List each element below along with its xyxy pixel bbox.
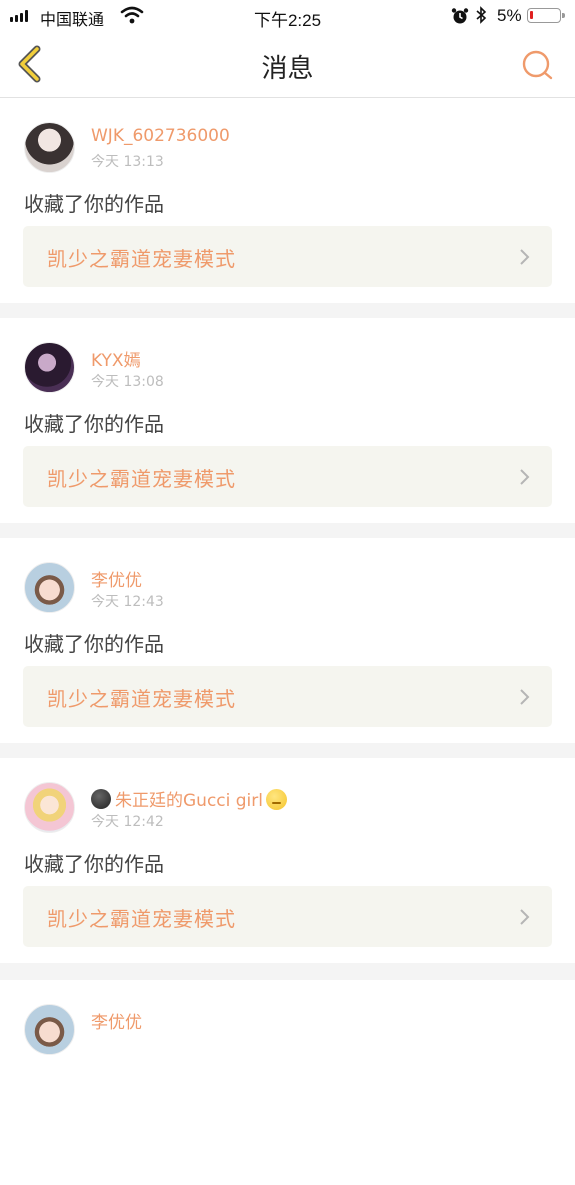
timestamp: 今天 12:43 — [91, 594, 164, 610]
action-text: 收藏了你的作品 — [24, 412, 164, 436]
face-emoji-icon — [266, 789, 287, 810]
avatar[interactable] — [24, 342, 75, 393]
avatar[interactable] — [24, 562, 75, 613]
work-link[interactable]: 凯少之霸道宠妻模式 — [23, 886, 552, 947]
status-bar: 中国联通 下午2:25 5% — [0, 0, 575, 32]
chevron-right-icon — [520, 909, 530, 925]
message-item: 李优优 — [0, 980, 575, 1185]
message-item: 朱正廷的Gucci girl 今天 12:42 收藏了你的作品 凯少之霸道宠妻模… — [0, 758, 575, 963]
avatar[interactable] — [24, 1004, 75, 1055]
action-text: 收藏了你的作品 — [24, 852, 164, 876]
chevron-right-icon — [520, 249, 530, 265]
action-text: 收藏了你的作品 — [24, 192, 164, 216]
timestamp: 今天 13:13 — [91, 154, 164, 170]
bluetooth-icon — [476, 6, 487, 24]
battery-icon — [527, 8, 565, 23]
username[interactable]: KYX嫣 — [91, 346, 141, 371]
page-title: 消息 — [261, 54, 314, 84]
message-item: KYX嫣 今天 13:08 收藏了你的作品 凯少之霸道宠妻模式 — [0, 318, 575, 523]
avatar[interactable] — [24, 122, 75, 173]
nav-bar: 消息 — [0, 32, 575, 98]
clock: 下午2:25 — [253, 11, 322, 30]
timestamp: 今天 13:08 — [91, 374, 164, 390]
chevron-right-icon — [520, 469, 530, 485]
alarm-icon — [451, 8, 469, 24]
message-item: 李优优 今天 12:43 收藏了你的作品 凯少之霸道宠妻模式 — [0, 538, 575, 743]
work-title: 凯少之霸道宠妻模式 — [47, 467, 236, 491]
message-item: WJK_602736000 今天 13:13 收藏了你的作品 凯少之霸道宠妻模式 — [0, 98, 575, 303]
username[interactable]: 李优优 — [91, 566, 142, 591]
username[interactable]: 朱正廷的Gucci girl — [91, 786, 287, 811]
work-link[interactable]: 凯少之霸道宠妻模式 — [23, 446, 552, 507]
work-link[interactable]: 凯少之霸道宠妻模式 — [23, 666, 552, 727]
work-title: 凯少之霸道宠妻模式 — [47, 907, 236, 931]
chevron-right-icon — [520, 689, 530, 705]
dark-moon-emoji-icon — [91, 789, 111, 809]
username[interactable]: 李优优 — [91, 1008, 142, 1033]
back-button[interactable] — [12, 44, 48, 84]
battery-percent: 5% — [497, 6, 522, 25]
action-text: 收藏了你的作品 — [24, 632, 164, 656]
work-title: 凯少之霸道宠妻模式 — [47, 247, 236, 271]
username[interactable]: WJK_602736000 — [91, 126, 230, 146]
timestamp: 今天 12:42 — [91, 814, 164, 830]
avatar[interactable] — [24, 782, 75, 833]
work-link[interactable]: 凯少之霸道宠妻模式 — [23, 226, 552, 287]
search-icon[interactable] — [520, 48, 554, 82]
work-title: 凯少之霸道宠妻模式 — [47, 687, 236, 711]
